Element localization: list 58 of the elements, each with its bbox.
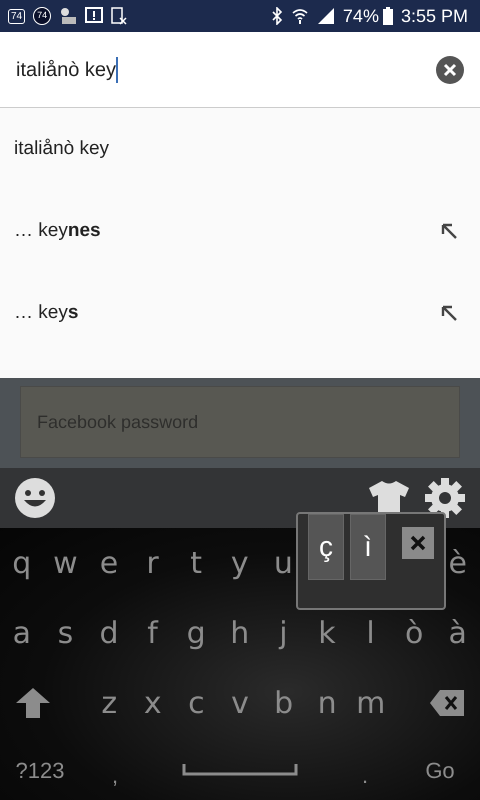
suggestion-text: italiånò key <box>14 136 110 161</box>
suggestion-item[interactable]: … keys <box>0 272 480 354</box>
key[interactable]: j <box>262 598 306 668</box>
key[interactable]: x <box>131 668 175 738</box>
battery-percent: 74% <box>342 4 379 28</box>
wifi-icon <box>290 7 309 25</box>
key[interactable]: b <box>262 668 306 738</box>
key[interactable]: v <box>218 668 262 738</box>
key[interactable]: d <box>87 598 131 668</box>
clear-button[interactable] <box>436 56 464 84</box>
key[interactable]: t <box>174 528 218 598</box>
close-popup-button[interactable] <box>402 527 434 559</box>
key[interactable]: w <box>44 528 88 598</box>
suggestion-text: … keys <box>14 300 80 325</box>
document-icon <box>111 7 128 25</box>
clock: 3:55 PM <box>400 4 469 28</box>
key[interactable]: à <box>436 598 480 668</box>
key[interactable]: l <box>348 598 392 668</box>
notification-badge: 74 <box>33 7 52 25</box>
key[interactable]: ò <box>392 598 436 668</box>
key[interactable]: a <box>0 598 44 668</box>
signal-icon <box>316 7 335 25</box>
go-key[interactable]: Go <box>400 740 480 800</box>
key[interactable]: y <box>218 528 262 598</box>
key[interactable]: q <box>0 528 44 598</box>
key[interactable]: r <box>130 528 174 598</box>
accent-key[interactable]: ì <box>350 514 386 580</box>
key[interactable]: g <box>174 598 218 668</box>
notification-badge: 74 <box>8 8 26 24</box>
bluetooth-icon <box>270 7 283 25</box>
smiley-icon[interactable] <box>14 477 56 519</box>
close-icon <box>410 535 426 551</box>
key[interactable]: k <box>305 598 349 668</box>
key[interactable]: z <box>87 668 132 738</box>
battery-icon <box>382 7 393 25</box>
arrow-up-left-icon <box>440 222 458 240</box>
symbols-key[interactable]: ?123 <box>0 740 80 800</box>
shift-arrow-icon <box>16 688 50 718</box>
key[interactable]: m <box>348 668 393 738</box>
key[interactable]: è <box>436 528 480 598</box>
accent-key[interactable]: ç <box>308 514 344 580</box>
key[interactable]: e <box>87 528 131 598</box>
key[interactable]: . <box>335 740 395 800</box>
arrow-up-left-icon <box>440 304 458 322</box>
key[interactable]: f <box>130 598 174 668</box>
key[interactable]: u <box>262 528 306 598</box>
space-bar-icon <box>182 764 298 776</box>
suggestion-text: … keynes <box>14 218 102 243</box>
suggestion-item[interactable]: … keynes <box>0 190 480 272</box>
backspace-icon <box>430 690 464 716</box>
key[interactable]: c <box>174 668 218 738</box>
alert-icon <box>85 7 104 25</box>
suggestion-item[interactable]: italiånò key <box>0 108 480 190</box>
key[interactable]: n <box>305 668 349 738</box>
key[interactable]: , <box>85 740 145 800</box>
key[interactable]: h <box>218 598 262 668</box>
key[interactable]: s <box>44 598 88 668</box>
close-icon <box>443 62 457 76</box>
